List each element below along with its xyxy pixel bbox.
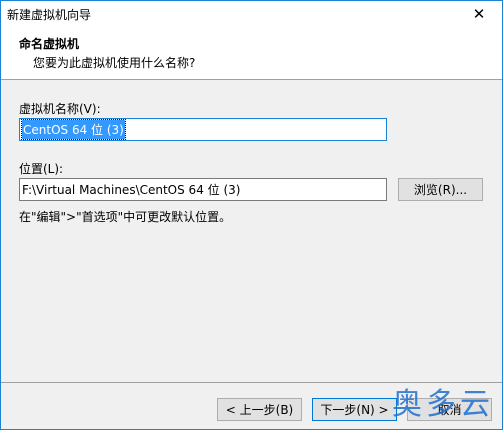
vm-name-label: 虚拟机名称(V):: [19, 102, 101, 116]
location-input[interactable]: F:\Virtual Machines\CentOS 64 位 (3): [19, 178, 387, 201]
watermark-logo: 奥多云: [392, 387, 494, 422]
browse-button[interactable]: 浏览(R)...: [398, 178, 483, 201]
location-hint: 在"编辑">"首选项"中可更改默认位置。: [19, 210, 232, 224]
location-value: F:\Virtual Machines\CentOS 64 位 (3): [22, 183, 241, 197]
back-button[interactable]: < 上一步(B): [217, 398, 302, 421]
wizard-body: 虚拟机名称(V): CentOS 64 位 (3) 位置(L): F:\Virt…: [1, 80, 502, 382]
wizard-footer: < 上一步(B) 下一步(N) > 取消 奥多云: [1, 383, 502, 429]
page-subtitle: 您要为此虚拟机使用什么名称?: [33, 56, 196, 70]
new-vm-wizard-window: 新建虚拟机向导 ✕ 命名虚拟机 您要为此虚拟机使用什么名称? 虚拟机名称(V):…: [0, 0, 503, 430]
vm-name-input[interactable]: CentOS 64 位 (3): [19, 118, 387, 141]
vm-name-value: CentOS 64 位 (3): [21, 119, 126, 140]
wizard-header: 命名虚拟机 您要为此虚拟机使用什么名称?: [1, 27, 502, 79]
page-title: 命名虚拟机: [19, 37, 80, 51]
close-icon[interactable]: ✕: [456, 1, 502, 27]
next-button[interactable]: 下一步(N) >: [312, 398, 397, 421]
location-label: 位置(L):: [19, 162, 64, 176]
window-title: 新建虚拟机向导: [7, 8, 92, 22]
title-bar[interactable]: 新建虚拟机向导 ✕: [1, 1, 502, 27]
